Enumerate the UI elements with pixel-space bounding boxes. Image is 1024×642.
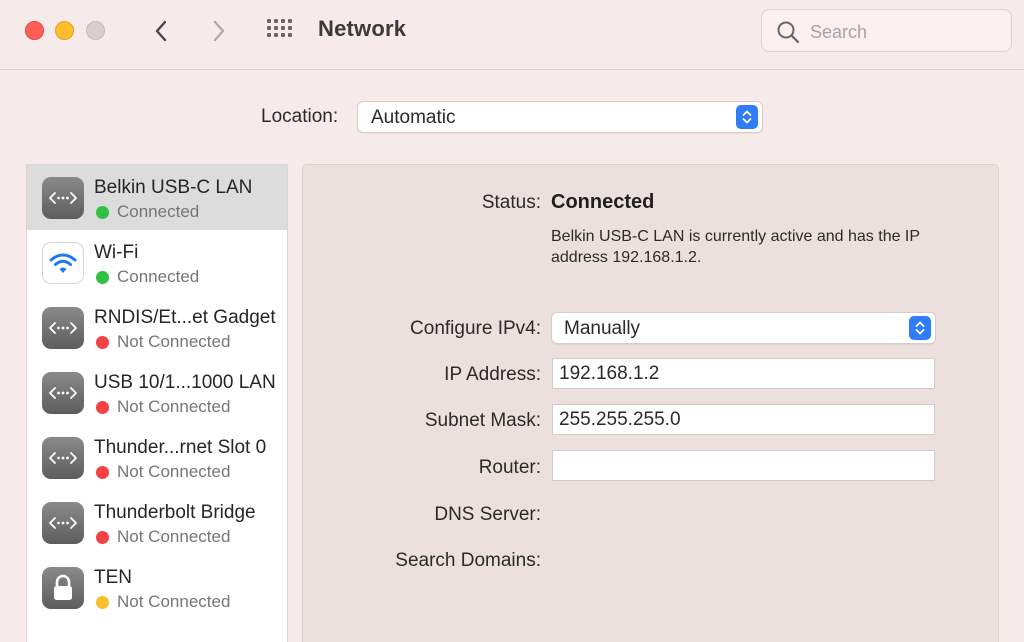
configure-ipv4-select[interactable]: Manually	[551, 312, 936, 344]
service-name: Wi-Fi	[94, 242, 139, 263]
chevron-updown-icon	[736, 105, 758, 129]
configure-ipv4-label: Configure IPv4:	[410, 318, 541, 339]
service-name: Thunder...rnet Slot 0	[94, 437, 267, 458]
service-name: USB 10/1...1000 LAN	[94, 372, 276, 393]
status-dot	[96, 336, 109, 349]
ethernet-icon	[42, 437, 84, 479]
wifi-icon	[42, 242, 84, 284]
chevron-updown-icon	[909, 316, 931, 340]
status-dot	[96, 206, 109, 219]
service-item-rndis-gadget[interactable]: RNDIS/Et...et Gadget Not Connected	[27, 295, 287, 360]
router-label: Router:	[478, 457, 541, 478]
status-dot	[96, 466, 109, 479]
ip-address-field[interactable]	[552, 358, 935, 389]
subnet-mask-label: Subnet Mask:	[424, 410, 541, 431]
ethernet-icon	[42, 372, 84, 414]
ethernet-icon	[42, 177, 84, 219]
title-bar: Network Search	[0, 0, 1024, 70]
status-description: Belkin USB-C LAN is currently active and…	[551, 228, 920, 266]
show-all-grid-button[interactable]	[266, 19, 296, 43]
status-value: Connected	[551, 191, 655, 213]
ip-address-label: IP Address:	[444, 364, 541, 385]
service-name: TEN	[94, 567, 132, 588]
search-placeholder: Search	[810, 22, 868, 42]
search-icon	[777, 21, 800, 44]
window-title: Network	[318, 16, 407, 41]
close-window-button[interactable]	[25, 21, 44, 40]
router-field[interactable]	[552, 450, 935, 481]
status-dot	[96, 401, 109, 414]
service-status: Connected	[117, 267, 200, 286]
service-item-usb-lan[interactable]: USB 10/1...1000 LAN Not Connected	[27, 360, 287, 425]
subnet-mask-field[interactable]	[552, 404, 935, 435]
chevron-right-icon	[213, 20, 225, 42]
service-item-belkin-usb-c-lan[interactable]: Belkin USB-C LAN Connected	[27, 165, 287, 230]
location-label: Location:	[261, 106, 339, 127]
status-dot	[96, 271, 109, 284]
service-item-thunderbolt-bridge[interactable]: Thunderbolt Bridge Not Connected	[27, 490, 287, 555]
zoom-window-button[interactable]	[86, 21, 105, 40]
forward-button[interactable]	[204, 16, 234, 46]
service-name: RNDIS/Et...et Gadget	[94, 307, 276, 328]
search-field[interactable]: Search	[761, 9, 1012, 52]
service-name: Belkin USB-C LAN	[94, 177, 253, 198]
ethernet-icon	[42, 307, 84, 349]
status-dot	[96, 596, 109, 609]
ethernet-icon	[42, 502, 84, 544]
lock-icon	[42, 567, 84, 609]
service-status: Not Connected	[117, 527, 231, 546]
service-status: Not Connected	[117, 592, 231, 611]
service-status: Not Connected	[117, 462, 231, 481]
service-status: Connected	[117, 202, 200, 221]
back-button[interactable]	[146, 16, 176, 46]
service-item-thunderbolt-ethernet[interactable]: Thunder...rnet Slot 0 Not Connected	[27, 425, 287, 490]
service-item-ten-vpn[interactable]: TEN Not Connected	[27, 555, 287, 620]
search-domains-label: Search Domains:	[395, 550, 541, 571]
service-status: Not Connected	[117, 332, 231, 351]
service-item-wi-fi[interactable]: Wi-Fi Connected	[27, 230, 287, 295]
status-dot	[96, 531, 109, 544]
chevron-left-icon	[155, 20, 167, 42]
status-label: Status:	[481, 192, 541, 213]
minimize-window-button[interactable]	[55, 21, 74, 40]
configure-ipv4-value: Manually	[564, 318, 641, 339]
service-name: Thunderbolt Bridge	[94, 502, 256, 523]
location-value: Automatic	[371, 107, 456, 128]
location-select[interactable]: Automatic	[357, 101, 763, 133]
network-service-list: Belkin USB-C LAN Connected Wi-Fi Connect…	[26, 164, 288, 642]
dns-server-label: DNS Server:	[434, 504, 541, 525]
service-status: Not Connected	[117, 397, 231, 416]
